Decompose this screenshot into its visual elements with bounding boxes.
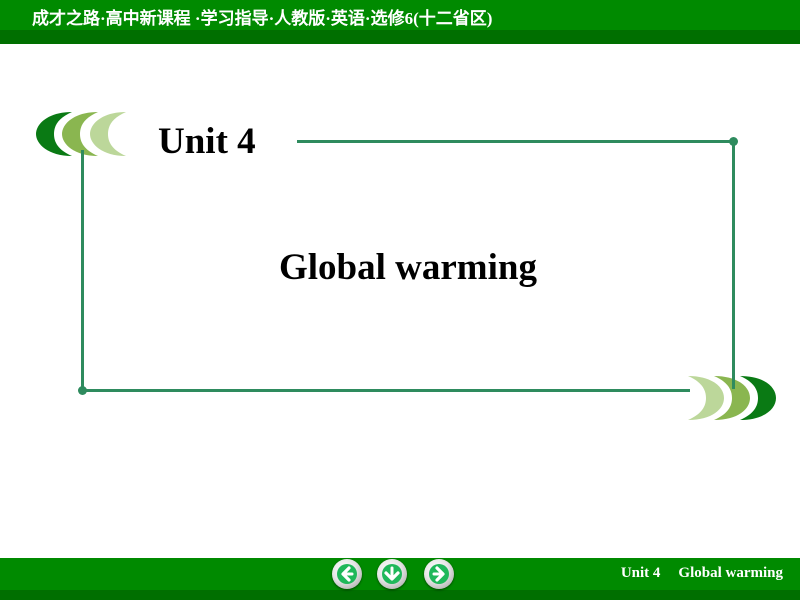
footer-caption: Unit 4 Global warming	[621, 565, 783, 582]
arrow-right-icon	[429, 564, 449, 584]
unit-label: Unit 4	[158, 121, 256, 162]
footer-topic: Global warming	[678, 565, 783, 581]
frame-right-line-overlap	[732, 375, 735, 389]
frame-bottom-line	[82, 389, 690, 392]
frame-dot-bottom-left	[78, 386, 87, 395]
frame-top-line	[297, 140, 733, 143]
home-slide-button[interactable]	[377, 559, 407, 589]
next-slide-button[interactable]	[424, 559, 454, 589]
footer-unit: Unit 4	[620, 565, 661, 581]
arrow-left-icon	[337, 564, 357, 584]
crescent-light-icon	[90, 112, 126, 156]
crescent-light-icon	[688, 376, 724, 420]
course-title: 成才之路·高中新课程 ·学习指导·人教版·英语·选修6(十二省区)	[32, 9, 493, 28]
header-strip	[0, 30, 800, 44]
footer-strip	[0, 590, 800, 600]
slide-title: Global warming	[279, 247, 537, 288]
arrow-down-icon	[382, 564, 402, 584]
prev-slide-button[interactable]	[332, 559, 362, 589]
frame-dot-top-right	[729, 137, 738, 146]
